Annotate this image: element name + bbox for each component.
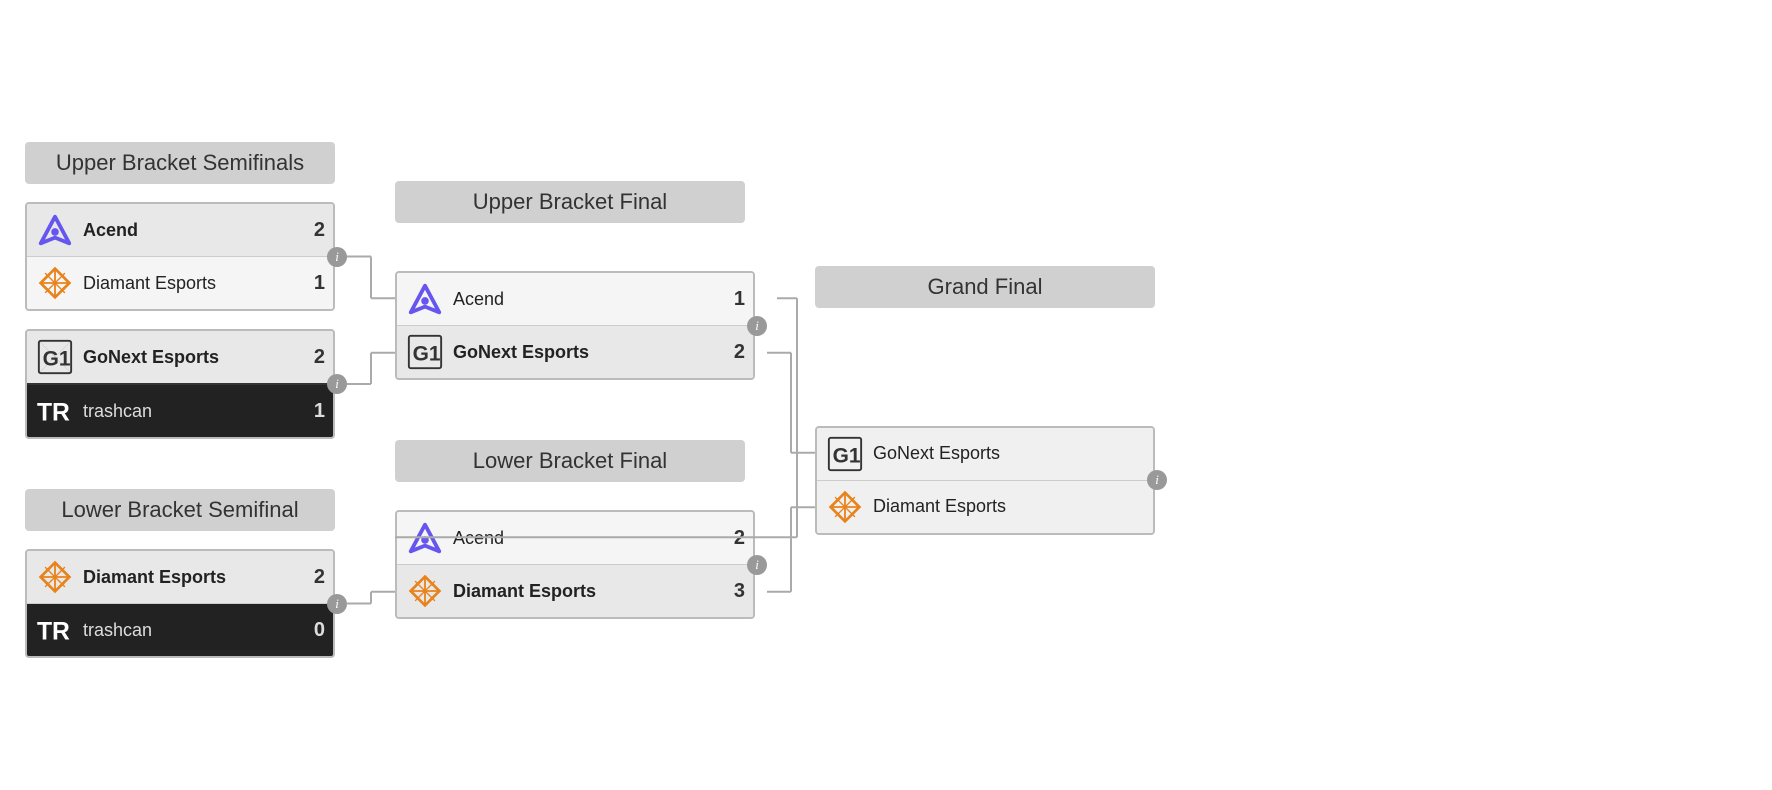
match-block-ubs1: Acend 2 Diamant E [25,202,335,311]
team-row[interactable]: TR trashcan 0 [27,604,333,656]
column-1: Upper Bracket Semifinals Acend 2 [25,142,335,658]
match-ubs1: Acend 2 Diamant E [25,202,335,311]
team-name: Diamant Esports [83,567,293,588]
info-icon[interactable]: i [747,555,767,575]
info-icon[interactable]: i [327,594,347,614]
info-badge-ubs2[interactable]: i [327,374,347,394]
team-score: 2 [301,219,325,242]
match-gf1: G1 GoNext Esports [815,426,1155,535]
round-header-lbf: Lower Bracket Final [395,440,745,482]
round-header-ubs: Upper Bracket Semifinals [25,142,335,184]
svg-text:G1: G1 [833,444,861,467]
match-block-ubf1: Acend 1 G1 GoNext Esports 2 [395,271,755,380]
team-row[interactable]: Acend 2 [27,204,333,257]
team-score: 1 [301,272,325,295]
diamant-logo-lbs [35,557,75,597]
team-name: trashcan [83,401,293,422]
gonext-logo-ubf: G1 [405,332,445,372]
round-header-ubf: Upper Bracket Final [395,181,745,223]
column-3: Grand Final G1 GoNext Esports [815,266,1155,535]
diamant-logo-gf [825,487,865,527]
trashcan-logo: TR [35,391,75,431]
team-name: GoNext Esports [873,443,1113,464]
gonext-logo-gf: G1 [825,434,865,474]
info-icon[interactable]: i [327,247,347,267]
svg-text:TR: TR [37,619,70,646]
team-score: 2 [721,527,745,550]
team-name: Acend [453,289,713,310]
acend-logo [35,210,75,250]
team-score: 2 [301,566,325,589]
trashcan-logo-lbs: TR [35,610,75,650]
team-score: 2 [301,346,325,369]
team-score: 0 [301,619,325,642]
team-score: 1 [301,400,325,423]
acend-logo-lbf [405,518,445,558]
diamant-logo [35,263,75,303]
team-score: 1 [721,288,745,311]
team-row[interactable]: Diamant Esports 3 [397,565,753,617]
info-badge-lbs1[interactable]: i [327,594,347,614]
team-name: trashcan [83,620,293,641]
team-score: 2 [721,341,745,364]
match-ubf1: Acend 1 G1 GoNext Esports 2 i [395,271,755,380]
svg-text:G1: G1 [413,343,441,366]
team-score: 3 [721,580,745,603]
team-name: Acend [83,220,293,241]
match-block-lbf1: Acend 2 Diamant Esports 3 [395,510,755,619]
team-row[interactable]: G1 GoNext Esports 2 [397,326,753,378]
match-block-gf1: G1 GoNext Esports [815,426,1155,535]
info-icon[interactable]: i [327,374,347,394]
team-row[interactable]: G1 GoNext Esports [817,428,1153,481]
match-ubs2: G1 GoNext Esports 2 TR trashc [25,329,335,439]
team-name: Acend [453,528,713,549]
team-row[interactable]: G1 GoNext Esports 2 [27,331,333,385]
match-lbf1: Acend 2 Diamant Esports 3 [395,510,755,619]
match-lbs1: Diamant Esports 2 TR trashcan 0 i [25,549,335,658]
team-row[interactable]: Diamant Esports [817,481,1153,533]
team-name: Diamant Esports [873,496,1113,517]
info-badge-gf1[interactable]: i [1147,470,1167,490]
round-header-lbs: Lower Bracket Semifinal [25,489,335,531]
acend-logo-ubf [405,279,445,319]
team-row[interactable]: Diamant Esports 1 [27,257,333,309]
info-icon[interactable]: i [747,316,767,336]
team-row[interactable]: Acend 1 [397,273,753,326]
svg-text:TR: TR [37,400,70,427]
team-row[interactable]: TR trashcan 1 [27,385,333,437]
bracket-root: Upper Bracket Semifinals Acend 2 [0,0,1772,790]
round-header-gf: Grand Final [815,266,1155,308]
team-row[interactable]: Diamant Esports 2 [27,551,333,604]
info-badge-ubs1[interactable]: i [327,247,347,267]
team-name: Diamant Esports [83,273,293,294]
match-block-lbs1: Diamant Esports 2 TR trashcan 0 [25,549,335,658]
info-badge-lbf1[interactable]: i [747,555,767,575]
spacer [395,380,755,440]
info-badge-ubf1[interactable]: i [747,316,767,336]
match-block-ubs2: G1 GoNext Esports 2 TR trashc [25,329,335,439]
column-2: Upper Bracket Final Acend 1 [395,181,755,619]
team-name: GoNext Esports [453,342,713,363]
team-name: Diamant Esports [453,581,713,602]
team-name: GoNext Esports [83,347,293,368]
diamant-logo-lbf [405,571,445,611]
info-icon[interactable]: i [1147,470,1167,490]
team-row[interactable]: Acend 2 [397,512,753,565]
gonext-logo: G1 [35,337,75,377]
